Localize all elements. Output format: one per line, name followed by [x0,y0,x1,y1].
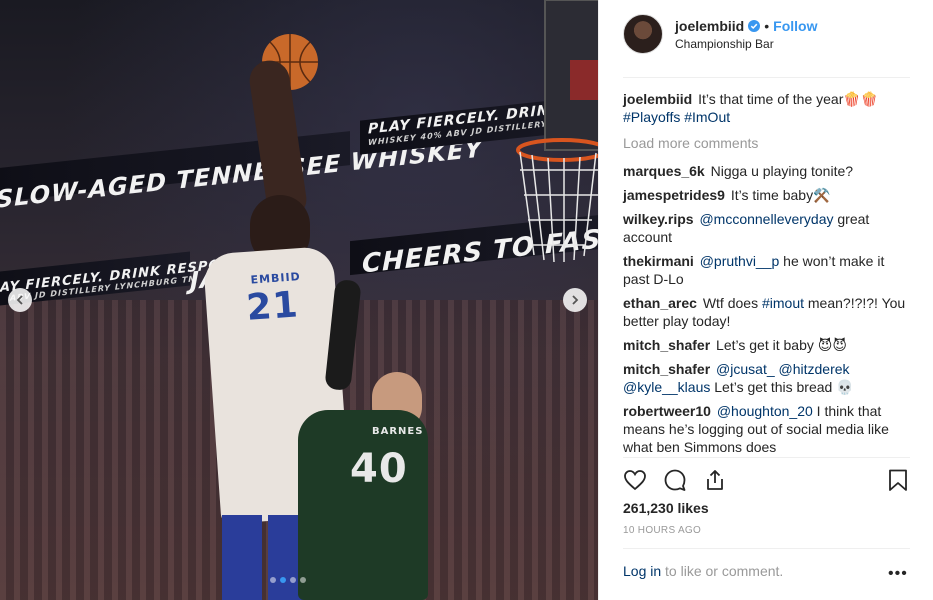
caption: joelembiid It’s that time of the year🍿🍿 … [623,90,913,126]
verified-badge-icon [748,20,761,32]
login-prompt: Log in to like or comment. [623,563,783,579]
login-rest-text: to like or comment. [661,563,784,579]
comment-text: Nigga u playing tonite? [710,163,854,179]
comment-item: mitch_shafer @jcusat_ @hitzderek @kyle__… [623,360,913,396]
caption-text: It’s that time of the year🍿🍿 [698,91,879,107]
carousel-next-button[interactable] [563,288,587,312]
comment-mention-link[interactable]: @jcusat_ [716,361,775,377]
carousel-dot [290,577,296,583]
chevron-left-icon [16,295,23,305]
comment-username[interactable]: ethan_arec [623,295,697,311]
caption-hashtags[interactable]: #Playoffs #ImOut [623,108,913,126]
carousel-dot [280,577,286,583]
header-text: joelembiid • Follow Championship Bar [675,18,817,77]
more-options-button[interactable]: ••• [888,565,908,583]
caption-username[interactable]: joelembiid [623,91,692,107]
post-header: joelembiid • Follow Championship Bar [599,0,933,77]
comment-username[interactable]: thekirmani [623,253,694,269]
comment-username[interactable]: wilkey.rips [623,211,694,227]
carousel-dot [270,577,276,583]
heart-icon[interactable] [623,468,647,492]
comment-username[interactable]: robertweer10 [623,403,711,419]
chevron-right-icon [572,295,579,305]
comment-item: mitch_shafer Let’s get it baby 😈😈 [623,336,913,354]
comment-mention-link[interactable]: @kyle__klaus [623,379,710,395]
avatar[interactable] [623,14,663,54]
comment-text: Let’s get this bread 💀 [710,379,854,395]
comment-mention-link[interactable]: @hitzderek [779,361,850,377]
comment-item: thekirmani @pruthvi__p he won’t make it … [623,252,913,288]
carousel-dot [300,577,306,583]
header-divider [623,77,910,78]
location-link[interactable]: Championship Bar [675,37,817,51]
basketball-hoop [516,0,598,263]
comment-item: wilkey.rips @mcconnelleveryday great acc… [623,210,913,246]
comment-icon[interactable] [663,468,687,492]
comment-item: ethan_arec Wtf does #imout mean?!?!?! Yo… [623,294,913,330]
comment-text: It’s time baby⚒️ [730,187,831,203]
comment-list: marques_6k Nigga u playing tonite? jamesp… [623,162,913,456]
follow-button[interactable]: Follow [773,18,817,34]
load-more-comments-button[interactable]: Load more comments [623,134,913,152]
comment-text: Let’s get it baby 😈😈 [716,337,847,353]
header-bullet: • [764,18,770,34]
instagram-post: SLOW-AGED TENNESSEE WHISKEY PLAY FIERCEL… [0,0,933,600]
comment-username[interactable]: mitch_shafer [623,361,710,377]
carousel-dots [270,577,306,583]
login-link[interactable]: Log in [623,563,661,579]
comment-username[interactable]: mitch_shafer [623,337,710,353]
bookmark-icon[interactable] [886,468,910,492]
carousel-prev-button[interactable] [8,288,32,312]
comment-mention-link[interactable]: @houghton_20 [717,403,813,419]
post-timestamp[interactable]: 10 HOURS AGO [623,525,701,536]
comment-item: jamespetrides9 It’s time baby⚒️ [623,186,913,204]
away-player-jersey: BARNES 40 [298,410,428,600]
comment-item: robertweer10 @houghton_20 I think that m… [623,402,913,456]
comments-section: joelembiid It’s that time of the year🍿🍿 … [623,90,913,462]
post-media[interactable]: SLOW-AGED TENNESSEE WHISKEY PLAY FIERCEL… [0,0,598,600]
post-sidebar: joelembiid • Follow Championship Bar joele… [598,0,933,600]
footer-divider [623,548,910,549]
comment-mention-link[interactable]: @mcconnelleveryday [699,211,833,227]
home-player-leg-left [222,515,262,600]
away-jersey-number: 40 [350,446,408,492]
home-jersey-number: 21 [245,284,300,329]
actions-divider [623,457,910,458]
comment-item: marques_6k Nigga u playing tonite? [623,162,913,180]
action-bar [623,462,910,498]
likes-count[interactable]: 261,230 likes [623,500,709,516]
away-jersey-name: BARNES [372,426,424,437]
comment-mention-link[interactable]: #imout [762,295,804,311]
share-icon[interactable] [703,468,727,492]
header-username[interactable]: joelembiid [675,18,744,34]
comment-username[interactable]: marques_6k [623,163,705,179]
comment-username[interactable]: jamespetrides9 [623,187,725,203]
comment-text: Wtf does [702,295,762,311]
comment-mention-link[interactable]: @pruthvi__p [700,253,780,269]
